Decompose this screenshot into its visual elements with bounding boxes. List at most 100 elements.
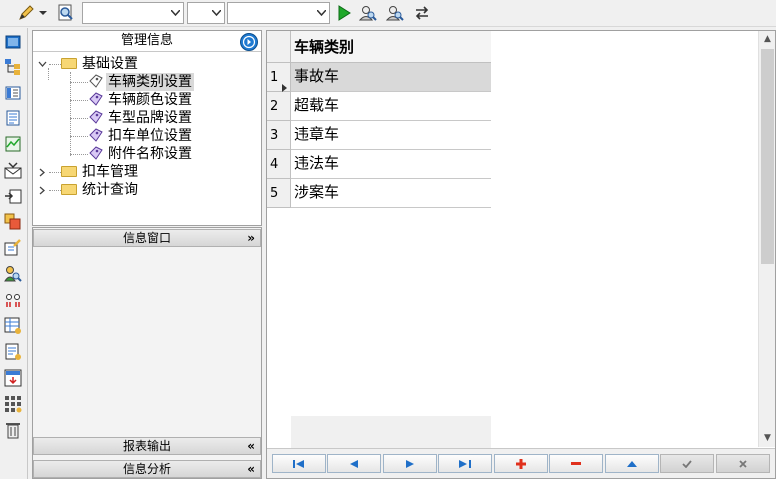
chevron-double-left-icon[interactable]: «: [247, 461, 255, 477]
tree-node-impound-unit[interactable]: 扣车单位设置: [88, 127, 194, 145]
tree-node-label: 车辆类别设置: [106, 73, 194, 91]
tag-icon: [89, 128, 103, 142]
minus-icon: [571, 461, 581, 465]
document-icon[interactable]: [3, 108, 23, 128]
tree-node-attachment-name[interactable]: 附件名称设置: [88, 145, 194, 163]
vertical-scrollbar[interactable]: ▲ ▼: [758, 31, 775, 447]
add-record-button[interactable]: [494, 454, 548, 473]
collapse-toggle-icon[interactable]: [38, 60, 47, 69]
row-header[interactable]: 5: [267, 179, 291, 208]
post-record-button[interactable]: [660, 454, 714, 473]
chevron-down-icon[interactable]: [208, 3, 224, 23]
expand-toggle-icon[interactable]: [38, 186, 47, 195]
folder-icon: [61, 166, 77, 177]
row-header[interactable]: 4: [267, 150, 291, 179]
plus-icon: [516, 458, 526, 469]
tag-icon: [89, 110, 103, 124]
caret-up-icon: [627, 460, 637, 467]
tree-guide: [70, 118, 88, 119]
row-number: 4: [270, 157, 279, 172]
tree-node-statistics[interactable]: 统计查询: [61, 181, 140, 199]
column-header-vehicle-category[interactable]: 车辆类别: [291, 31, 491, 63]
edit-record-button[interactable]: [605, 454, 659, 473]
window-icon[interactable]: [3, 32, 23, 52]
cancel-record-button[interactable]: [716, 454, 770, 473]
filter-combo-2[interactable]: [187, 2, 225, 24]
grid-cell[interactable]: 事故车: [291, 63, 491, 92]
filter-combo-3[interactable]: [227, 2, 330, 24]
chevron-double-left-icon[interactable]: «: [247, 438, 255, 454]
row-header[interactable]: 2: [267, 92, 291, 121]
tree-guide: [49, 190, 61, 191]
scroll-down-icon[interactable]: ▼: [759, 430, 776, 447]
chevron-down-icon[interactable]: [313, 3, 329, 23]
tree-node-vehicle-category[interactable]: 车辆类别设置: [88, 73, 194, 91]
chevron-down-icon[interactable]: [167, 3, 183, 23]
delete-record-button[interactable]: [549, 454, 603, 473]
pencil-icon[interactable]: [16, 3, 36, 23]
report-output-header[interactable]: 报表输出 «: [33, 437, 261, 455]
tree-node-label: 统计查询: [82, 182, 138, 198]
first-record-button[interactable]: [272, 454, 326, 473]
filter-combo-1[interactable]: [82, 2, 184, 24]
tree-guide: [70, 72, 71, 156]
chevron-double-down-icon[interactable]: »: [247, 230, 255, 246]
preview-icon[interactable]: [56, 3, 76, 23]
grid-cell[interactable]: 违法车: [291, 150, 491, 179]
left-toolbar: [0, 28, 28, 479]
close-icon: [739, 459, 747, 468]
navigation-tree-panel: 管理信息 基础设置 车辆类别设置 车辆颜色设置 车型品牌设置 扣车单位设置 附件…: [32, 30, 262, 226]
refresh-icon[interactable]: [412, 3, 432, 23]
export-icon[interactable]: [3, 186, 23, 206]
row-header[interactable]: 1: [267, 63, 291, 92]
tree-guide: [70, 100, 88, 101]
grid-apps-icon[interactable]: [3, 394, 23, 414]
row-header[interactable]: 3: [267, 121, 291, 150]
folder-open-icon: [61, 58, 77, 69]
next-record-button[interactable]: [383, 454, 437, 473]
info-window-header[interactable]: 信息窗口 »: [33, 229, 261, 247]
tree-node-label: 车型品牌设置: [108, 110, 192, 126]
grid-cell[interactable]: 违章车: [291, 121, 491, 150]
row-number: 1: [270, 70, 279, 85]
check-icon: [682, 459, 692, 468]
chart-icon[interactable]: [3, 134, 23, 154]
scroll-up-icon[interactable]: ▲: [759, 31, 776, 48]
tree-guide: [49, 172, 61, 173]
settings-dots-icon[interactable]: [3, 290, 23, 310]
report-doc-icon[interactable]: [3, 342, 23, 362]
tree-header-title: 管理信息: [120, 33, 173, 48]
run-icon[interactable]: [334, 3, 354, 23]
tree-node-vehicle-brand[interactable]: 车型品牌设置: [88, 109, 194, 127]
search-user-icon[interactable]: [358, 3, 378, 23]
tree-guide: [70, 154, 88, 155]
expand-panel-button[interactable]: [240, 33, 258, 51]
layers-icon[interactable]: [3, 212, 23, 232]
prev-record-button[interactable]: [327, 454, 381, 473]
info-analysis-header[interactable]: 信息分析 «: [33, 460, 261, 478]
toolbar: [0, 0, 776, 27]
grid-empty-area: [291, 209, 491, 446]
grid-cell[interactable]: 涉案车: [291, 179, 491, 208]
scrollbar-thumb[interactable]: [761, 49, 774, 264]
search-user-alt-icon[interactable]: [385, 3, 405, 23]
user-search-icon[interactable]: [3, 264, 23, 284]
tree-node-label: 扣车单位设置: [108, 128, 192, 144]
last-record-button[interactable]: [438, 454, 492, 473]
grid-cell[interactable]: 超载车: [291, 92, 491, 121]
tree-structure-icon[interactable]: [3, 57, 23, 77]
pencil-dropdown-arrow-icon[interactable]: [36, 3, 50, 23]
tree-node-basic-settings[interactable]: 基础设置: [61, 55, 140, 73]
import-table-icon[interactable]: [3, 368, 23, 388]
report-grid-icon[interactable]: [3, 316, 23, 336]
tree-header: 管理信息: [33, 31, 261, 52]
tree-node-vehicle-color[interactable]: 车辆颜色设置: [88, 91, 194, 109]
edit-report-icon[interactable]: [3, 238, 23, 258]
form-icon[interactable]: [3, 83, 23, 103]
expand-toggle-icon[interactable]: [38, 168, 47, 177]
mail-icon[interactable]: [3, 160, 23, 180]
tree-node-impound-management[interactable]: 扣车管理: [61, 163, 140, 181]
first-icon: [293, 459, 304, 468]
trash-icon[interactable]: [3, 420, 23, 440]
tree-guide: [70, 136, 88, 137]
